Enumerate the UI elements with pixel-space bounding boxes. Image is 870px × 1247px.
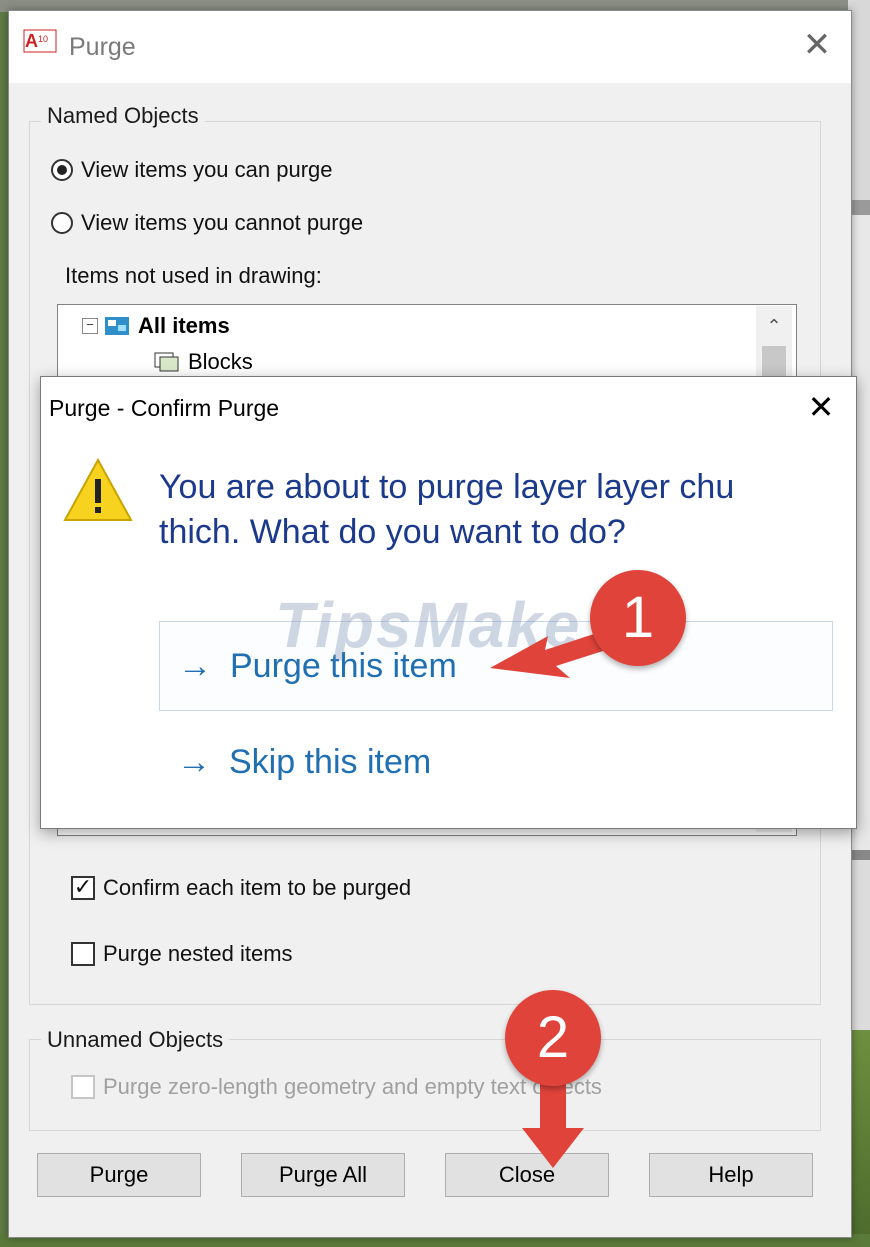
confirm-each-box[interactable]: ✓ bbox=[71, 876, 95, 900]
zero-length-box[interactable] bbox=[71, 1075, 95, 1099]
svg-text:A: A bbox=[25, 31, 38, 51]
all-items-label: All items bbox=[138, 313, 230, 338]
purge-nested-checkbox[interactable]: Purge nested items bbox=[71, 941, 293, 967]
arrow-right-icon: → bbox=[178, 646, 212, 685]
unnamed-objects-label: Unnamed Objects bbox=[41, 1027, 230, 1053]
scroll-up-icon[interactable]: ⌃ bbox=[756, 308, 792, 344]
purge-close-icon[interactable]: ✕ bbox=[797, 25, 837, 65]
radio-can-indicator[interactable] bbox=[51, 159, 73, 181]
step-2-badge: 2 bbox=[505, 990, 601, 1086]
purge-titlebar: A 10 Purge ✕ bbox=[9, 11, 851, 83]
svg-text:10: 10 bbox=[38, 34, 48, 44]
purge-title: Purge bbox=[69, 33, 136, 61]
step-1-badge: 1 bbox=[590, 570, 686, 666]
tree-row-blocks[interactable]: Blocks bbox=[154, 349, 253, 375]
purge-all-button[interactable]: Purge All bbox=[241, 1153, 405, 1197]
help-button[interactable]: Help bbox=[649, 1153, 813, 1197]
autocad-app-icon: A 10 bbox=[23, 29, 57, 53]
tree-row-all-items[interactable]: − All items bbox=[82, 313, 230, 339]
tipsmake-watermark: TipsMake bbox=[275, 589, 582, 661]
items-not-used-label: Items not used in drawing: bbox=[65, 263, 322, 288]
confirm-title: Purge - Confirm Purge bbox=[49, 395, 280, 421]
radio-view-can-purge[interactable]: View items you can purge bbox=[51, 157, 333, 183]
purge-nested-box[interactable] bbox=[71, 942, 95, 966]
confirm-each-label: Confirm each item to be purged bbox=[103, 875, 412, 900]
radio-cannot-indicator[interactable] bbox=[51, 212, 73, 234]
radio-cannot-label: View items you cannot purge bbox=[81, 210, 364, 235]
purge-button[interactable]: Purge bbox=[37, 1153, 201, 1197]
close-button[interactable]: Close bbox=[445, 1153, 609, 1197]
warning-icon bbox=[63, 457, 133, 521]
zero-length-checkbox[interactable]: Purge zero-length geometry and empty tex… bbox=[71, 1074, 602, 1100]
purge-nested-label: Purge nested items bbox=[103, 941, 293, 966]
all-items-icon bbox=[105, 317, 129, 335]
confirm-instruction: You are about to purge layer layer chu t… bbox=[159, 468, 735, 551]
confirm-each-checkbox[interactable]: ✓ Confirm each item to be purged bbox=[71, 875, 411, 901]
named-objects-label: Named Objects bbox=[41, 103, 205, 129]
skip-this-item-link[interactable]: → Skip this item bbox=[159, 717, 833, 807]
skip-this-item-label: Skip this item bbox=[229, 742, 432, 781]
arrow-right-icon: → bbox=[177, 742, 211, 781]
collapse-icon[interactable]: − bbox=[82, 318, 98, 334]
blocks-icon bbox=[154, 352, 179, 372]
confirm-close-icon[interactable]: ✕ bbox=[801, 387, 841, 427]
radio-can-label: View items you can purge bbox=[81, 157, 333, 182]
radio-view-cannot-purge[interactable]: View items you cannot purge bbox=[51, 210, 363, 236]
blocks-label: Blocks bbox=[188, 349, 253, 374]
